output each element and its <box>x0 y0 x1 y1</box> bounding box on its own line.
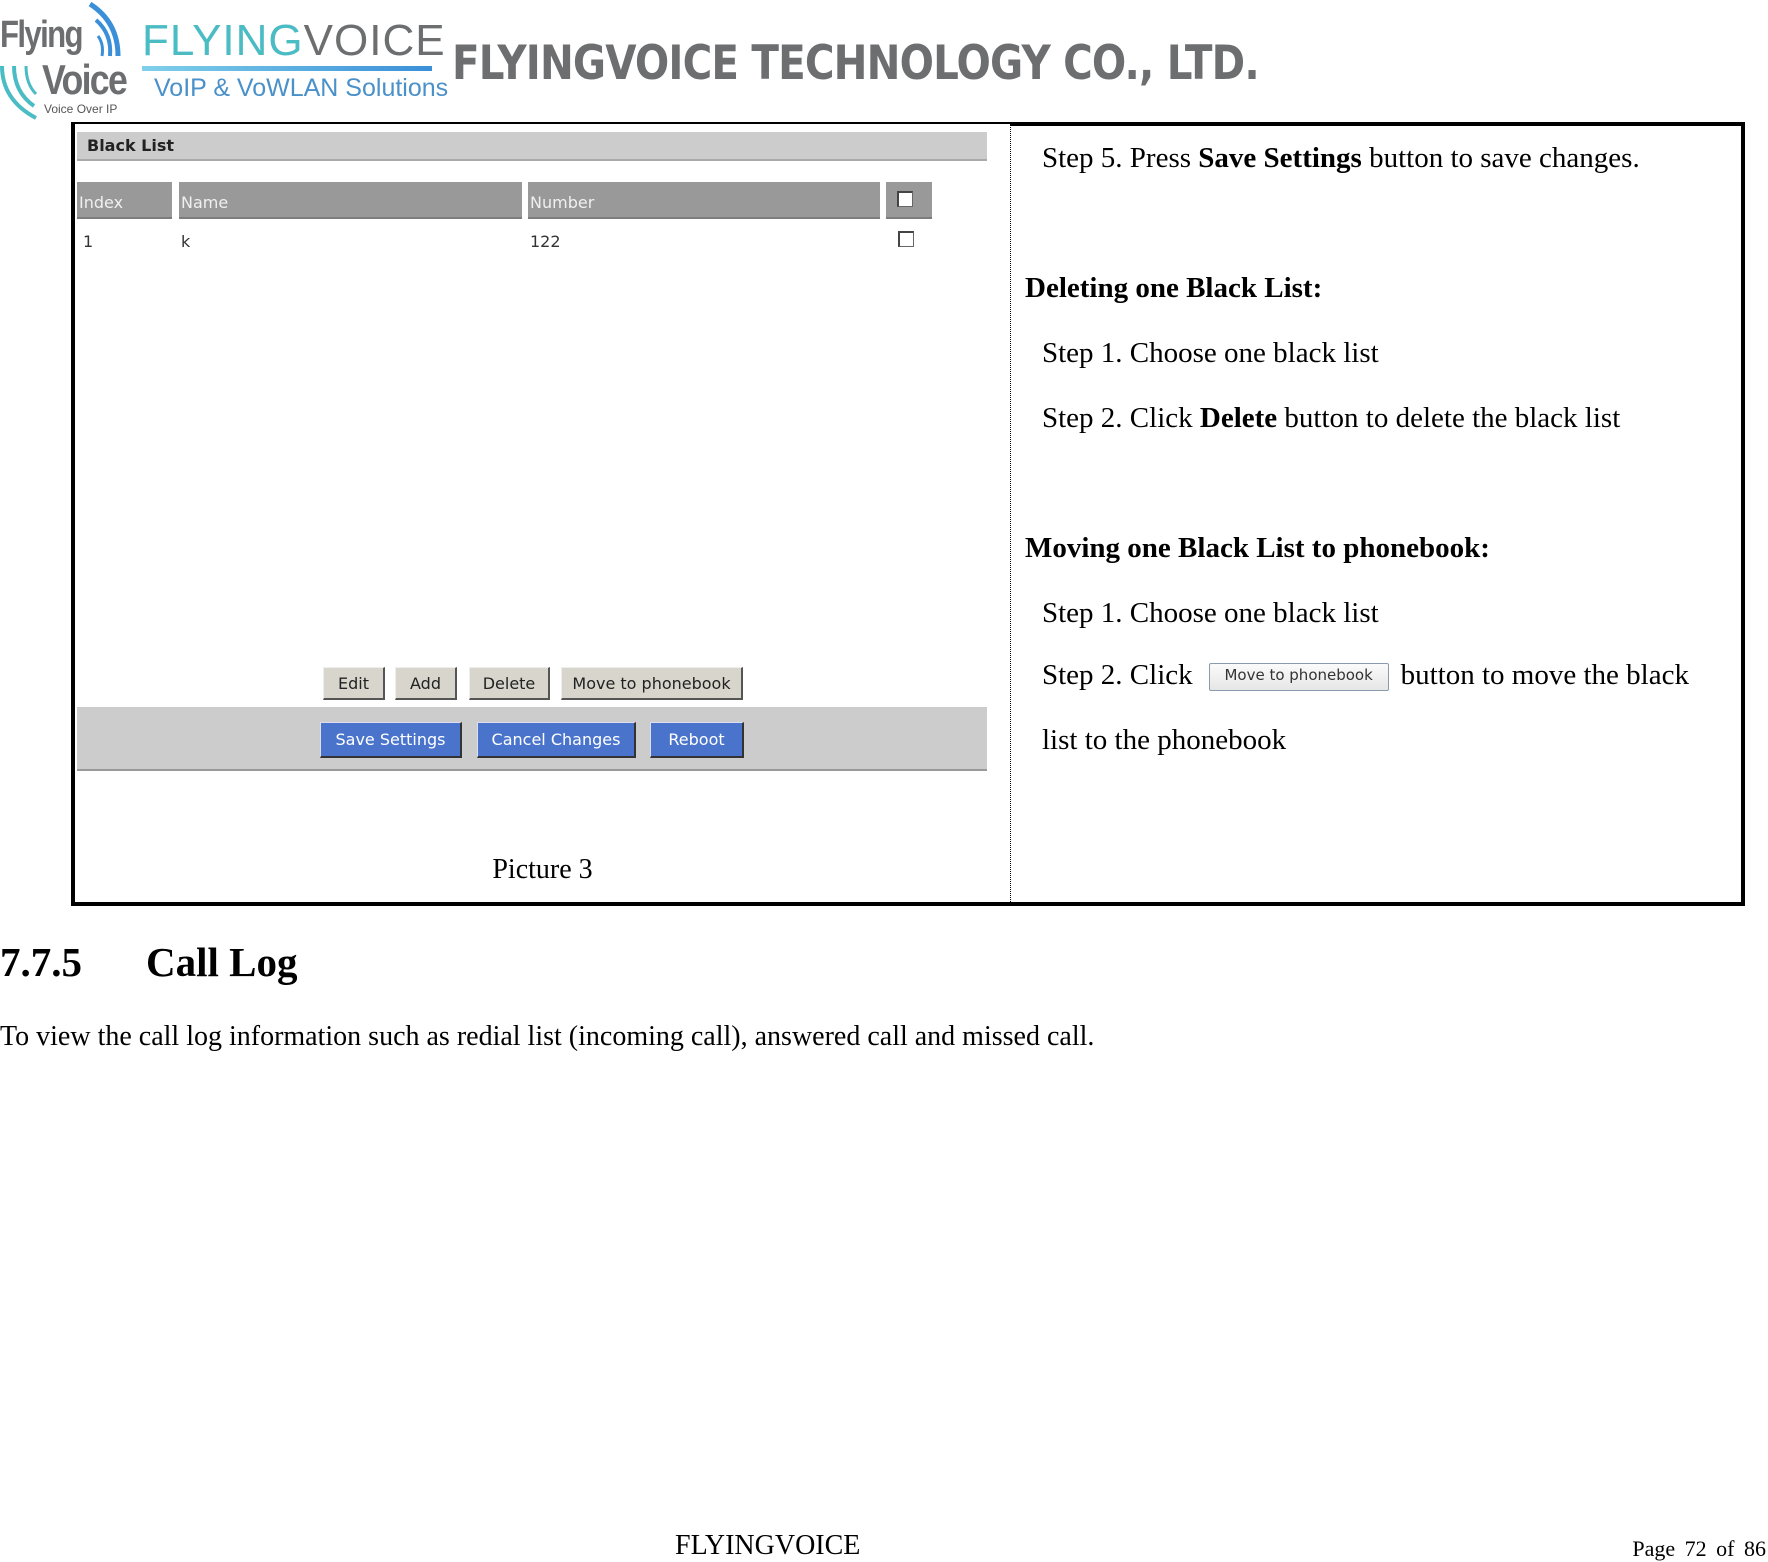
brand-tagline: VoIP & VoWLAN Solutions <box>154 74 449 102</box>
black-list-title: Black List <box>77 132 987 161</box>
column-header-select <box>886 182 932 219</box>
column-header-index: Index <box>77 182 172 219</box>
column-header-number: Number <box>528 182 880 219</box>
text-run: button to move the black <box>1400 659 1689 691</box>
delete-step1: Step 1. Choose one black list <box>1042 337 1379 369</box>
step5-text: Step 5. Press Save Settings button to sa… <box>1042 144 1640 173</box>
inline-move-to-phonebook-button: Move to phonebook <box>1208 663 1389 691</box>
add-button[interactable]: Add <box>395 667 457 700</box>
content-table: Black List Index Name Number 1 k 122 Edi… <box>71 122 1745 906</box>
moving-heading: Moving one Black List to phonebook: <box>1025 532 1490 564</box>
text-run: Step 2. Click <box>1042 402 1200 434</box>
flyingvoice-brand-logo: FLYINGVOICE VoIP & VoWLAN Solutions <box>140 14 448 109</box>
total-pages: 86 <box>1744 1536 1766 1561</box>
picture-caption: Picture 3 <box>492 854 593 885</box>
brand-underline <box>142 66 432 71</box>
section-number: 7.7.5 <box>0 939 82 985</box>
edit-button[interactable]: Edit <box>323 667 385 700</box>
cancel-changes-button[interactable]: Cancel Changes <box>477 722 636 758</box>
move-step2-continued: list to the phonebook <box>1042 724 1287 756</box>
section-heading: 7.7.5 Call Log <box>0 938 298 986</box>
move-step1: Step 1. Choose one black list <box>1042 597 1379 629</box>
delete-button[interactable]: Delete <box>469 667 550 700</box>
text-run: Step 2. Click <box>1042 659 1193 691</box>
deleting-heading: Deleting one Black List: <box>1025 272 1323 304</box>
text-bold: Save Settings <box>1198 142 1362 174</box>
move-step2: Step 2. Click Move to phonebook button to … <box>1042 661 1689 691</box>
screenshot-cell: Black List Index Name Number 1 k 122 Edi… <box>75 124 1010 902</box>
column-header-label: Index <box>79 193 124 212</box>
flyingvoice-logo-mark: Flying Voice Voice Over IP <box>0 0 130 120</box>
text-run: button to delete the black list <box>1277 402 1621 434</box>
save-settings-button[interactable]: Save Settings <box>320 722 462 758</box>
footer-company: FLYINGVOICE <box>675 1530 861 1561</box>
reboot-button[interactable]: Reboot <box>650 722 744 758</box>
logo-tagline: Voice Over IP <box>44 102 118 116</box>
brand-part2: VOICE <box>303 16 446 65</box>
move-to-phonebook-button[interactable]: Move to phonebook <box>561 667 743 700</box>
page-label: Page <box>1632 1536 1676 1561</box>
settings-button-bar: Save Settings Cancel Changes Reboot <box>77 707 987 771</box>
column-header-label: Name <box>181 193 229 212</box>
delete-step2: Step 2. Click Delete button to delete th… <box>1042 404 1620 433</box>
row-index: 1 <box>83 232 94 251</box>
current-page: 72 <box>1684 1536 1707 1561</box>
of-label: of <box>1716 1536 1735 1561</box>
section-title: Call Log <box>146 939 298 985</box>
select-all-checkbox[interactable] <box>897 191 913 207</box>
text-run: Step 5. Press <box>1042 142 1199 174</box>
text-run: button to save changes. <box>1361 142 1640 174</box>
row-number: 122 <box>530 232 561 251</box>
section-body: To view the call log information such as… <box>0 1021 1095 1052</box>
row-name: k <box>181 232 191 251</box>
page-number: Page 72 of 86 <box>1632 1536 1766 1562</box>
row-checkbox[interactable] <box>898 231 914 247</box>
brand-wordmark: FLYINGVOICE <box>142 16 446 66</box>
column-header-name: Name <box>179 182 522 219</box>
company-name: FLYINGVOICE TECHNOLOGY CO., LTD. <box>452 36 1260 91</box>
brand-part1: FLYING <box>142 16 304 65</box>
logo-word-voice: Voice <box>42 56 128 103</box>
logo-word-flying: Flying <box>0 14 84 56</box>
column-header-label: Number <box>530 193 595 212</box>
text-bold: Delete <box>1199 402 1278 434</box>
instructions-cell: Step 5. Press Save Settings button to sa… <box>1011 124 1741 902</box>
